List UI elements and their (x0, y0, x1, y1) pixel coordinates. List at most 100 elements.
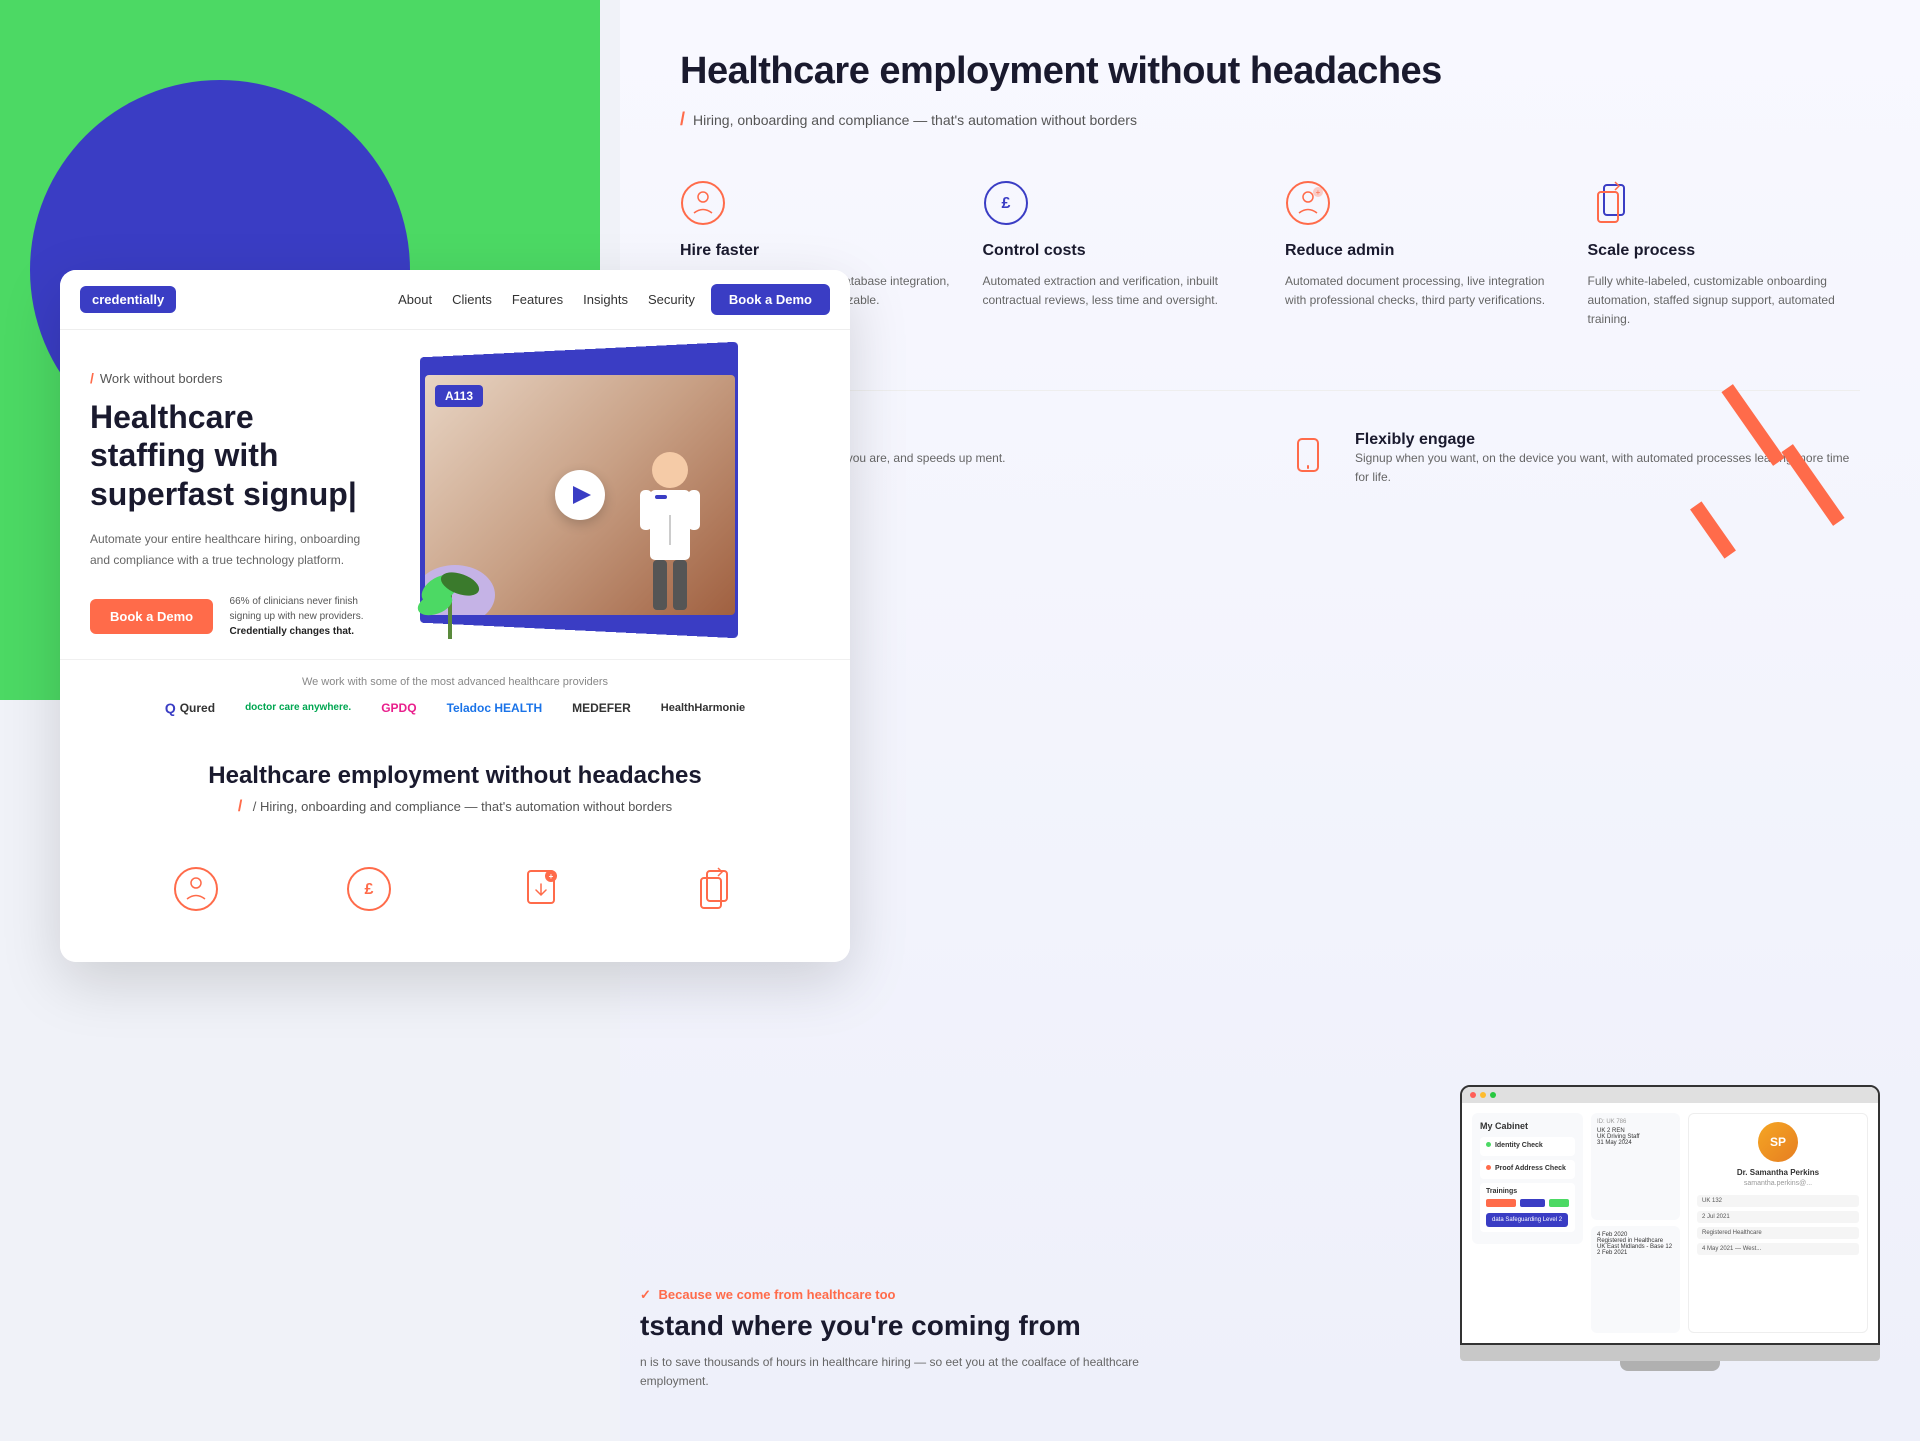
partner-healthharmonie: HealthHarmonie (661, 702, 745, 714)
user-info-1: UK 132 (1697, 1195, 1859, 1207)
nav-links: About Clients Features Insights Security (398, 292, 695, 307)
nav-security[interactable]: Security (648, 292, 695, 307)
main-headline: Healthcare employment without headaches (680, 50, 1860, 93)
laptop-top-bar (1462, 1087, 1878, 1103)
scale-process-icon (1588, 180, 1638, 230)
bottom-tagline-text: / Hiring, onboarding and compliance — th… (253, 799, 672, 814)
nav-features[interactable]: Features (512, 292, 563, 307)
bottom-features-grid: sily portable, ready to you are, and spe… (680, 431, 1860, 487)
identity-check-header: Identity Check (1486, 1142, 1569, 1149)
partner-doctor-care: doctor care anywhere. (245, 702, 351, 713)
my-cabinet-panel: My Cabinet Identity Check Proof Address … (1472, 1113, 1583, 1244)
hero-section: / Work without borders Healthcare staffi… (60, 330, 850, 659)
svg-text:£: £ (1001, 195, 1010, 212)
tagline-slash: / (680, 109, 685, 130)
svg-text:+: + (549, 872, 554, 881)
identity-check-item: Identity Check (1480, 1137, 1575, 1156)
hero-sub: Automate your entire healthcare hiring, … (90, 529, 370, 570)
laptop-screen: My Cabinet Identity Check Proof Address … (1460, 1085, 1880, 1345)
laptop-base (1460, 1345, 1880, 1361)
dot-green (1490, 1092, 1496, 1098)
my-cabinet-title: My Cabinet (1480, 1121, 1575, 1131)
hero-cta-button[interactable]: Book a Demo (90, 599, 213, 634)
feature-3-desc: Automated document processing, live inte… (1285, 272, 1558, 310)
feature-control-costs: £ Control costs Automated extraction and… (983, 180, 1256, 330)
hero-headline: Healthcare staffing with superfast signu… (90, 398, 370, 513)
stand-headline: tstand where you're coming from (640, 1309, 1140, 1343)
reduce-admin-icon: + (1285, 180, 1335, 230)
logo: credentially (80, 286, 176, 313)
nav-cta-button[interactable]: Book a Demo (711, 284, 830, 315)
hero-slash: / (90, 370, 94, 386)
user-info-2: 2 Jul 2021 (1697, 1211, 1859, 1223)
user-info-4: 4 May 2021 — West... (1697, 1243, 1859, 1255)
features-divider (680, 390, 1860, 391)
play-button[interactable] (555, 470, 605, 520)
lower-icon-2: £ (293, 866, 446, 912)
lower-icon-1-svg (173, 866, 219, 912)
flexibly-text: Flexibly engage Signup when you want, on… (1355, 431, 1860, 487)
user-email: samantha.perkins@... (1697, 1180, 1859, 1187)
feature-reduce-admin: + Reduce admin Automated document proces… (1285, 180, 1558, 330)
bottom-tagline: / / Hiring, onboarding and compliance — … (90, 798, 820, 816)
more-details: 4 Feb 2020 Registered in Healthcare UK E… (1597, 1232, 1674, 1256)
svg-text:£: £ (364, 881, 373, 898)
lower-icon-4 (638, 866, 791, 912)
lower-icon-3-svg: + (518, 866, 564, 912)
partners-section: We work with some of the most advanced h… (60, 659, 850, 732)
flexibly-title: Flexibly engage (1355, 431, 1860, 449)
feature-1-title: Hire faster (680, 242, 953, 260)
laptop-middle-column: ID: UK 786 UK 2 REN UK Driving Staff 31 … (1591, 1113, 1680, 1333)
hero-text-block: / Work without borders Healthcare staffi… (90, 360, 370, 639)
nav-about[interactable]: About (398, 292, 432, 307)
control-costs-icon: £ (983, 180, 1033, 230)
hero-tag-row: / Work without borders (90, 370, 370, 386)
tagline-row: / Hiring, onboarding and compliance — th… (680, 109, 1860, 130)
dot-red (1470, 1092, 1476, 1098)
trainings-item: Trainings data Safeguarding Level 2 (1480, 1183, 1575, 1232)
feature-scale-process: Scale process Fully white-labeled, custo… (1588, 180, 1861, 330)
id-check-label: ID: UK 786 (1597, 1119, 1674, 1125)
laptop-mockup: My Cabinet Identity Check Proof Address … (1460, 1085, 1880, 1371)
lower-icons-row: £ + (90, 846, 820, 932)
feature-2-desc: Automated extraction and verification, i… (983, 272, 1256, 310)
feature-3-title: Reduce admin (1285, 242, 1558, 260)
flexibly-icon (1285, 431, 1335, 481)
nav-insights[interactable]: Insights (583, 292, 628, 307)
feature-2-title: Control costs (983, 242, 1256, 260)
user-avatar: SP (1758, 1122, 1798, 1162)
partner-gpdq: GPDQ (381, 701, 416, 715)
hero-video-area: A113 (390, 360, 820, 639)
bottom-headline: Healthcare employment without headaches (90, 762, 820, 790)
partner-teladoc: Teladoc HEALTH (447, 701, 543, 715)
lower-icon-2-svg: £ (346, 866, 392, 912)
laptop-content: My Cabinet Identity Check Proof Address … (1462, 1103, 1878, 1343)
hire-faster-icon (680, 180, 730, 230)
lower-icon-1 (120, 866, 273, 912)
user-info-list: UK 132 2 Jul 2021 Registered Healthcare … (1697, 1195, 1859, 1255)
play-triangle-icon (573, 486, 591, 504)
nav-clients[interactable]: Clients (452, 292, 492, 307)
svg-text:+: + (1316, 188, 1321, 197)
lower-icon-4-svg (691, 866, 737, 912)
user-name: Dr. Samantha Perkins (1697, 1168, 1859, 1177)
partners-logos-row: QQured doctor care anywhere. GPDQ Telado… (90, 700, 820, 716)
hero-tag: Work without borders (100, 371, 223, 386)
partner-qured: QQured (165, 700, 215, 716)
stand-desc: n is to save thousands of hours in healt… (640, 1353, 1140, 1391)
proof-address-item: Proof Address Check (1480, 1160, 1575, 1179)
partners-label: We work with some of the most advanced h… (90, 676, 820, 688)
laptop-stand (1620, 1361, 1720, 1371)
tagline-text: Hiring, onboarding and compliance — that… (693, 112, 1137, 128)
user-info-3: Registered Healthcare (1697, 1227, 1859, 1239)
lower-icon-3: + (465, 866, 618, 912)
top-features-grid: Hire faster Easy signup, paper to digita… (680, 180, 1860, 330)
feature-4-title: Scale process (1588, 242, 1861, 260)
trainings-header: Trainings (1486, 1188, 1569, 1195)
laptop-left-panels: My Cabinet Identity Check Proof Address … (1472, 1113, 1583, 1333)
browser-navbar: credentially About Clients Features Insi… (60, 270, 850, 330)
browser-mockup: credentially About Clients Features Insi… (60, 270, 850, 962)
figure-illustration (625, 445, 715, 615)
stand-tag: ✓ Because we come from healthcare too (640, 1287, 1140, 1303)
stand-section: ✓ Because we come from healthcare too ts… (640, 1287, 1140, 1391)
